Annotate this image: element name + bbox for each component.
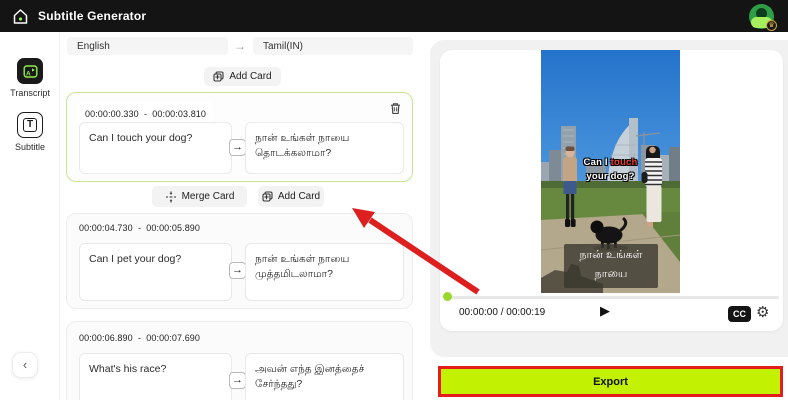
merge-card-icon [165,191,176,202]
video-subtitle-english: Can I touch your dog? [583,157,638,182]
merge-card-button[interactable]: Merge Card [152,186,247,207]
card-2-translate-arrow-button[interactable]: → [229,262,246,279]
subtitle-card-2[interactable]: 00:00:04.730 - 00:00:05.890 Can I pet yo… [66,213,413,309]
card-1-source-text[interactable]: Can I touch your dog? [79,122,232,174]
language-direction-arrow-icon: → [234,39,246,53]
source-language-select[interactable]: English [67,37,228,55]
time-display: 00:00:00 / 00:00:19 [459,307,546,318]
closed-captions-button[interactable]: CC [728,306,751,322]
add-card-button-top[interactable]: Add Card [204,67,281,86]
subtitle-generator-app: Subtitle Generator ♛ A Transcript T Subt… [0,0,788,400]
app-title: Subtitle Generator [38,9,147,23]
seek-bar[interactable] [444,296,779,299]
subtitle-card-3[interactable]: 00:00:06.890 - 00:00:07.690 What's his r… [66,321,413,400]
settings-gear-icon[interactable]: ⚙ [756,303,769,321]
sidebar: A Transcript T Subtitle ‹ [0,32,60,400]
add-card-label: Add Card [229,71,272,82]
play-button[interactable]: ▶ [600,303,610,319]
export-annotation-box: Export [438,366,783,397]
card-3-target-text[interactable]: அவன் எந்த இனத்தைச் சேர்ந்தது? [245,353,404,400]
svg-text:A: A [26,70,31,77]
export-button[interactable]: Export [441,369,780,394]
add-card-icon [213,71,224,82]
card-3-source-text[interactable]: What's his race? [79,353,232,400]
subtitle-highlight-word: touch [610,157,638,168]
card-1-target-text[interactable]: நான் உங்கள் நாயை தொடக்கலாமா? [245,122,404,174]
subtitle-icon: T [17,112,43,138]
card-3-timestamp: 00:00:06.890 - 00:00:07.690 [79,333,201,343]
sidebar-item-transcript[interactable]: A Transcript [0,58,60,98]
merge-card-label: Merge Card [181,191,235,202]
playhead-dot[interactable] [443,292,452,301]
delete-card-icon[interactable] [388,101,403,116]
app-header: Subtitle Generator ♛ [0,0,788,32]
sidebar-item-subtitle[interactable]: T Subtitle [0,112,60,152]
add-card-button-row[interactable]: Add Card [258,186,324,207]
card-2-timestamp: 00:00:04.730 - 00:00:05.890 [79,223,201,233]
collapse-sidebar-button[interactable]: ‹ [12,352,38,378]
premium-crown-badge: ♛ [766,20,777,31]
sidebar-label-subtitle: Subtitle [14,142,46,152]
card-1-translate-arrow-button[interactable]: → [229,139,246,156]
card-2-target-text[interactable]: நான் உங்கள் நாயை முத்தமிடலாமா? [245,243,404,301]
user-avatar[interactable]: ♛ [749,4,777,31]
video-subtitle-tamil: நான் உங்கள் நாயை [564,244,658,288]
card-3-translate-arrow-button[interactable]: → [229,372,246,389]
add-card-icon [262,191,273,202]
add-card-label: Add Card [277,191,321,202]
card-2-source-text[interactable]: Can I pet your dog? [79,243,232,301]
transcript-icon: A [17,58,43,84]
subtitle-card-1[interactable]: 00:00:00.330 - 00:00:03.810 Can I touch … [66,92,413,182]
target-language-select[interactable]: Tamil(IN) [253,37,413,55]
sidebar-label-transcript: Transcript [10,88,50,98]
home-icon[interactable] [12,8,29,25]
